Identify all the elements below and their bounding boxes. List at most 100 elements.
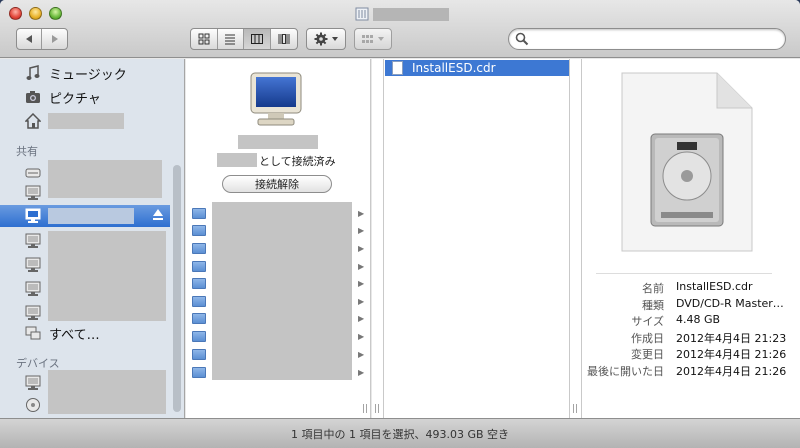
info-value: DVD/CD-R Master… <box>676 296 784 310</box>
computer-display-icon <box>24 233 42 249</box>
info-value: 2012年4月4日 21:26 <box>676 364 787 378</box>
cover-flow-button[interactable] <box>271 29 297 49</box>
computer-display-icon <box>24 185 42 201</box>
action-menu-button[interactable] <box>306 28 346 50</box>
disclosure-arrow-icon: ▶ <box>358 244 365 253</box>
computer-display-icon <box>24 208 42 224</box>
back-forward-control <box>16 28 68 50</box>
shared-labels-redacted <box>48 160 162 198</box>
file-row-selected[interactable]: InstallESD.cdr <box>385 60 569 76</box>
device-labels-redacted <box>48 370 166 414</box>
search-field[interactable] <box>508 28 786 50</box>
column-gap: || <box>372 59 384 418</box>
folder-icon <box>192 261 206 272</box>
window-title-redacted <box>373 8 449 21</box>
sidebar-item-pictures[interactable]: ピクチャ <box>0 87 170 107</box>
finder-window: ミュージック ピクチャ 共有 すべて… デバイス || として接続済み 接続解除… <box>0 0 800 448</box>
sidebar-item-music[interactable]: ミュージック <box>0 63 170 83</box>
column-resize-handle[interactable]: || <box>374 404 380 414</box>
computer-display-icon <box>24 305 42 321</box>
icon-view-icon <box>198 33 210 45</box>
info-label: 種類 <box>642 298 664 312</box>
computer-monitor-icon <box>250 72 302 126</box>
column-resize-handle[interactable]: || <box>362 404 368 414</box>
column-files <box>384 59 570 418</box>
icon-view-button[interactable] <box>191 29 218 49</box>
column-gap-2: || <box>570 59 582 418</box>
minimize-button[interactable] <box>29 7 42 20</box>
home-label-redacted <box>48 113 124 129</box>
computer-display-icon <box>24 281 42 297</box>
status-bar: 1 項目中の 1 項目を選択、493.03 GB 空き <box>0 418 800 448</box>
gear-icon <box>314 32 338 46</box>
sidebar-section-shared: 共有 <box>16 145 38 158</box>
document-icon <box>392 61 403 75</box>
preview-divider <box>596 273 772 274</box>
disclosure-arrow-icon: ▶ <box>358 314 365 323</box>
column-resize-handle[interactable]: || <box>572 404 578 414</box>
disclosure-arrow-icon: ▶ <box>358 279 365 288</box>
folder-icon <box>192 225 206 236</box>
folder-icon <box>192 278 206 289</box>
disclosure-arrow-icon: ▶ <box>358 262 365 271</box>
sidebar-item-label: すべて… <box>49 327 100 343</box>
info-label: 名前 <box>642 282 664 295</box>
search-icon <box>515 32 529 46</box>
music-note-icon <box>24 65 42 81</box>
arrange-menu-button[interactable] <box>354 28 392 50</box>
info-value: InstallESD.cdr <box>676 280 753 293</box>
disclosure-arrow-icon: ▶ <box>358 226 365 235</box>
sidebar-item-label: ミュージック <box>49 67 127 83</box>
sidebar-item-show-all[interactable]: すべて… <box>0 323 170 343</box>
forward-button[interactable] <box>42 29 67 49</box>
disk-image-preview-icon <box>621 72 753 252</box>
back-arrow-icon <box>26 35 32 43</box>
home-icon <box>24 113 42 129</box>
folder-icon <box>192 331 206 342</box>
list-view-icon <box>225 34 236 45</box>
folder-icon <box>192 349 206 360</box>
computer-display-icon <box>24 375 42 391</box>
zoom-button[interactable] <box>49 7 62 20</box>
folder-names-redacted <box>212 202 352 380</box>
close-button[interactable] <box>9 7 22 20</box>
disclosure-arrow-icon: ▶ <box>358 209 365 218</box>
arrange-grid-icon <box>362 35 384 43</box>
shared-labels-redacted-2 <box>48 231 166 321</box>
username-redacted <box>217 153 257 167</box>
eject-icon[interactable] <box>152 208 164 225</box>
sidebar: ミュージック ピクチャ 共有 すべて… デバイス <box>0 59 185 418</box>
folder-icon <box>192 313 206 324</box>
disconnect-button[interactable]: 接続解除 <box>222 175 332 193</box>
folder-icon <box>192 208 206 219</box>
hard-drive-icon <box>24 397 42 413</box>
info-value: 4.48 GB <box>676 313 721 326</box>
server-name-redacted <box>238 135 318 149</box>
disclosure-arrow-icon: ▶ <box>358 368 365 377</box>
camera-icon <box>24 89 42 105</box>
connected-as-text: として接続済み <box>259 155 336 168</box>
selected-label-redacted <box>48 208 134 224</box>
network-drive-icon <box>24 165 42 181</box>
disclosure-arrow-icon: ▶ <box>358 332 365 341</box>
sidebar-item-label: ピクチャ <box>49 91 101 107</box>
folder-icon <box>192 243 206 254</box>
info-value: 2012年4月4日 21:26 <box>676 348 787 361</box>
toolbar <box>0 0 800 58</box>
network-globe-icon <box>24 325 42 341</box>
sidebar-section-devices: デバイス <box>16 357 60 370</box>
server-volume-icon <box>355 7 369 21</box>
sidebar-item-home[interactable] <box>0 111 170 131</box>
sidebar-scrollbar[interactable] <box>173 165 181 412</box>
info-value: 2012年4月4日 21:23 <box>676 331 787 345</box>
folder-icon <box>192 296 206 307</box>
sidebar-item-shared-selected[interactable] <box>0 205 170 227</box>
file-name: InstallESD.cdr <box>412 61 496 75</box>
column-view-button[interactable] <box>244 29 271 49</box>
info-label: 作成日 <box>631 331 664 345</box>
computer-display-icon <box>24 257 42 273</box>
column-view-icon <box>250 34 263 44</box>
list-view-button[interactable] <box>218 29 244 49</box>
info-label: 最後に開いた日 <box>587 364 664 378</box>
back-button[interactable] <box>17 29 43 49</box>
